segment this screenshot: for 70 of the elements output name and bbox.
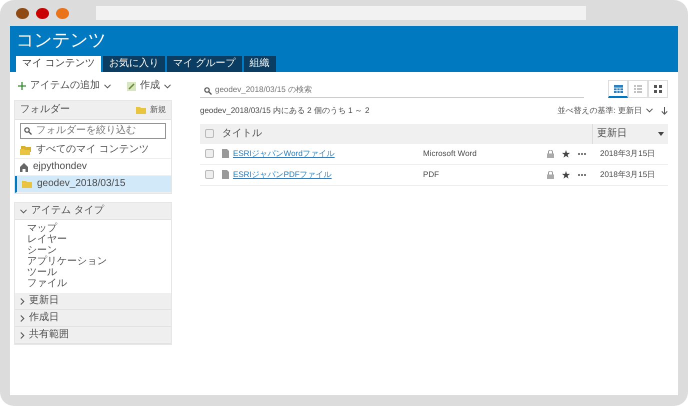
add-item-button[interactable]: アイテムの追加 [18,80,111,92]
filter-option[interactable]: ファイル [27,278,171,289]
column-header[interactable]: タイトル [222,128,592,140]
result-count: geodev_2018/03/15 内にある 2 個のうち 1 ～ 2 [200,106,370,116]
search-icon [24,127,32,135]
filter-option[interactable]: レイヤー [27,234,171,245]
item-type: Microsoft Word [423,148,478,158]
sort-direction-icon[interactable] [661,106,668,115]
window-dot [16,8,29,18]
item-title-link[interactable]: ESRIジャパンWordファイル [233,148,423,158]
lock-icon[interactable] [547,170,554,179]
star-icon[interactable] [562,150,570,158]
tab[interactable]: 組織 [244,56,276,72]
column-header[interactable]: 更新日 [592,124,668,144]
tab[interactable]: マイ グループ [166,56,242,72]
table-view-icon [614,84,622,92]
folder-icon [136,106,146,114]
chevron-icon [20,314,25,322]
document-icon [222,149,229,158]
caret-icon [646,108,653,114]
filter-option[interactable]: アプリケーション [27,256,171,267]
dropdown-triangle-icon [658,132,664,136]
folder-item[interactable]: geodev_2018/03/15 [15,176,171,193]
page-title: コンテンツ [16,30,107,52]
pencil-icon [127,82,136,90]
view-toggle-button[interactable] [608,80,628,98]
more-icon[interactable] [578,174,586,176]
panel-header: フォルダー [20,104,70,116]
select-all-checkbox[interactable] [205,129,214,138]
row-checkbox[interactable] [205,170,214,180]
filter-section-header[interactable]: 更新日 [15,293,171,310]
caret-icon [164,84,171,88]
chevron-icon [20,332,25,338]
folder-filter-field[interactable]: フォルダーを絞り込む [20,123,166,139]
item-type: PDF [423,170,440,180]
create-button[interactable]: 作成 [127,80,171,92]
tab[interactable]: お気に入り [102,56,165,72]
list-view-icon [634,85,642,93]
document-icon [222,170,229,180]
grid-view-icon [654,85,662,93]
chevron-icon [20,298,25,304]
lock-icon[interactable] [547,150,554,158]
view-toggle-button[interactable] [648,80,668,98]
tab[interactable]: マイ コンテンツ [16,56,101,72]
filter-section-header[interactable]: アイテム タイプ [15,203,171,220]
filter-option[interactable]: シーン [27,245,171,256]
folders-icon [20,146,31,154]
folder-icon [22,180,32,188]
window-dot [56,8,69,18]
sort-dropdown[interactable]: 並べ替えの基準: 更新日 [558,106,653,116]
more-icon[interactable] [578,152,586,155]
search-field[interactable]: geodev_2018/03/15 の検索 [200,83,584,98]
window-dot [36,8,49,18]
home-icon [20,162,28,172]
filter-option[interactable]: マップ [27,223,171,234]
caret-icon [20,208,27,214]
filter-option[interactable]: ツール [27,267,171,278]
search-icon [204,86,212,95]
row-checkbox[interactable] [205,149,214,158]
modified-date: 2018年3月15日 [599,170,656,180]
filter-section-header[interactable]: 作成日 [15,310,171,327]
caret-icon [104,84,111,88]
plus-icon [18,82,26,90]
item-title-link[interactable]: ESRIジャパンPDFファイル [233,170,423,180]
modified-date: 2018年3月15日 [599,148,656,158]
folder-item[interactable]: すべてのマイ コンテンツ [15,142,171,159]
filter-section-header[interactable]: 共有範囲 [15,327,171,344]
view-toggle-button[interactable] [628,80,648,98]
star-icon[interactable] [562,170,570,179]
new-folder-button[interactable]: 新規 [136,105,166,115]
